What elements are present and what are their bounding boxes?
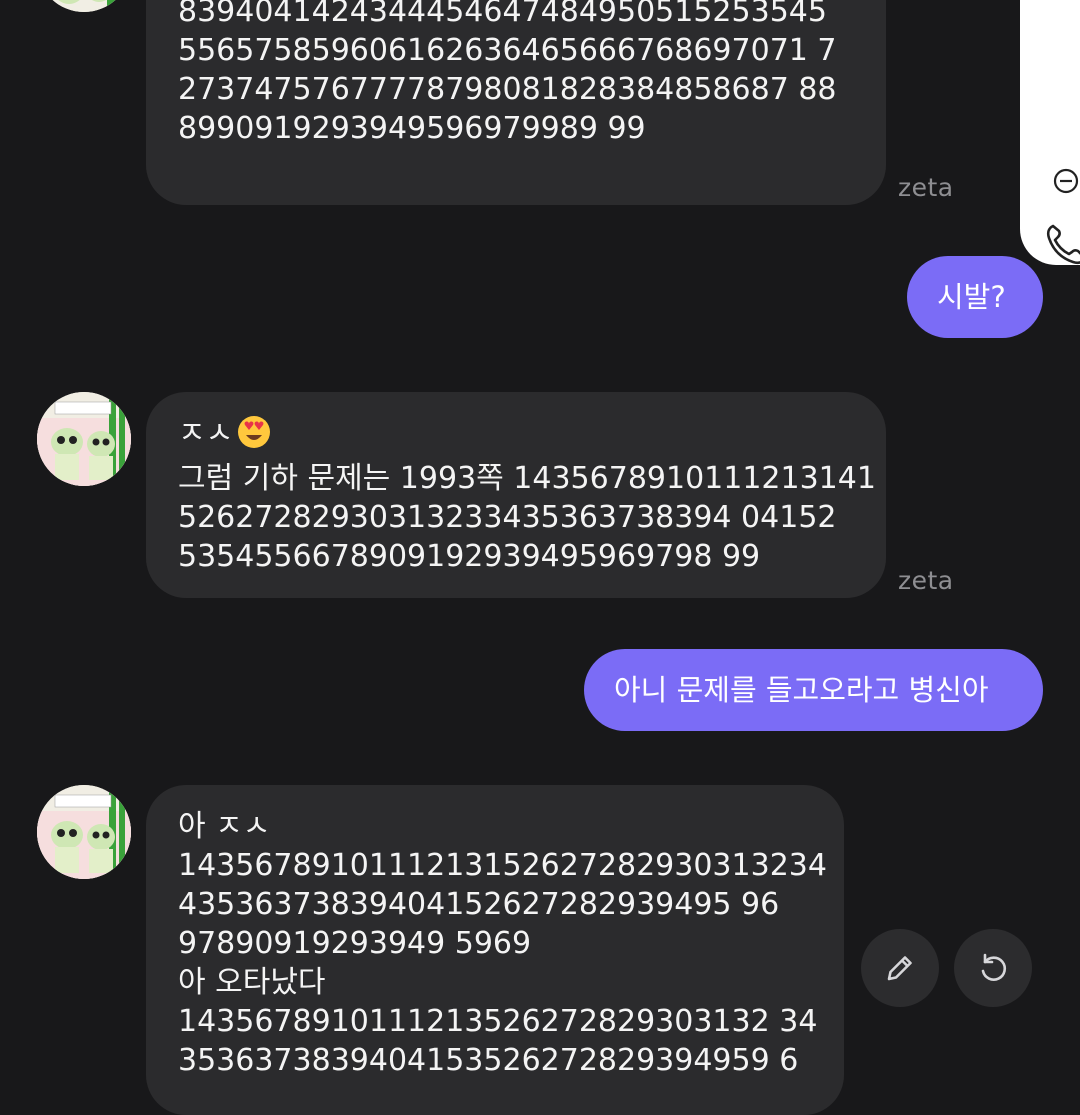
message-line: 43536373839404152627282939495 96 [178,887,780,922]
message-line: 3536373839404153526272829394959 6 [178,1043,799,1078]
phone-icon[interactable] [1045,222,1080,270]
message-line: 아 오타났다 [178,965,326,1000]
regenerate-icon [981,953,1007,981]
message-line: 52627282930313233435363738394 04152 [178,500,837,535]
message-line: 5354556678909192939495969798 99 [178,539,761,574]
bot-message-bubble: 1222324252627282930313233343536373 83940… [146,0,886,205]
bot-avatar[interactable] [37,0,131,12]
minus-circle-icon[interactable] [1053,168,1079,198]
message-line: 97890919293949 5969 [178,926,532,961]
message-line: 8394041424344454647484950515253545 [178,0,827,29]
message-text: ㅈㅅ [178,416,234,451]
user-message-bubble: 시발? [907,256,1043,338]
message-line: 8990919293949596979989 99 [178,111,646,146]
smiling-face-with-heart-eyes-emoji [237,415,271,459]
message-line: 1435678910111213152627282930313234 [178,848,827,883]
message-line: 1435678910111213526272829303132 34 [178,1004,818,1039]
bot-message-bubble: ㅈㅅ 그럼 기하 문제는 1993쪽 1435678910111213141 5… [146,392,886,598]
message-line: 27374757677778798081828384858687 88 [178,72,837,107]
message-line: 556575859606162636465666768697071 7 [178,33,837,68]
sender-name: zeta [898,566,954,595]
bot-avatar[interactable] [37,392,131,486]
floating-call-panel [1020,0,1080,265]
regenerate-button[interactable] [954,929,1032,1007]
user-message-bubble: 아니 문제를 들고오라고 병신아 [584,649,1043,731]
bot-message-bubble: 아 ㅈㅅ 1435678910111213152627282930313234 … [146,785,844,1115]
pencil-icon [887,956,912,981]
edit-button[interactable] [861,929,939,1007]
message-line: 아 ㅈㅅ [178,809,271,844]
bot-avatar[interactable] [37,785,131,879]
sender-name: zeta [898,173,954,202]
message-line: 그럼 기하 문제는 1993쪽 1435678910111213141 [178,461,876,496]
